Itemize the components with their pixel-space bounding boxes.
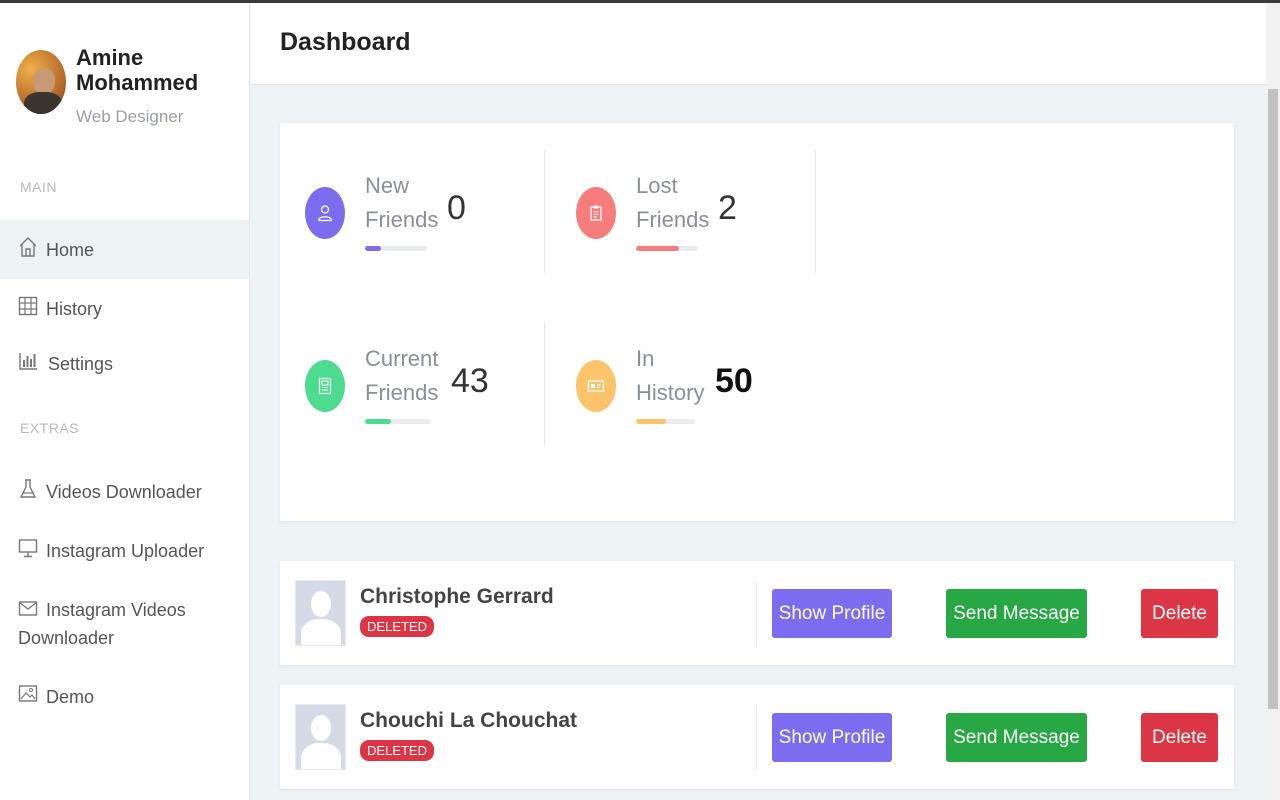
stat-in-history: In History 50	[576, 322, 816, 442]
show-profile-button[interactable]: Show Profile	[772, 589, 892, 638]
friend-row: Chouchi La Chouchat DELETED Show Profile…	[280, 685, 1234, 789]
user-profile: Amine Mohammed Web Designer	[16, 45, 246, 135]
user-icon	[317, 205, 333, 222]
profile-name: Amine Mohammed	[76, 45, 199, 95]
stat-value: 2	[718, 189, 737, 227]
bar-chart-icon	[18, 350, 38, 370]
section-label-extras: EXTRAS	[20, 420, 80, 436]
monitor-icon	[18, 537, 38, 558]
sidebar-item-label: Instagram Uploader	[46, 541, 205, 561]
vertical-scrollbar[interactable]	[1266, 3, 1280, 800]
friend-name: Christophe Gerrard	[360, 585, 554, 608]
sidebar-item-instagram-uploader[interactable]: Instagram Uploader	[0, 537, 249, 567]
status-badge: DELETED	[360, 616, 434, 637]
sidebar-item-label: History	[46, 299, 103, 319]
sidebar-item-settings[interactable]: Settings	[0, 350, 249, 380]
divider	[756, 705, 757, 771]
friend-avatar[interactable]	[295, 580, 346, 646]
stat-label: In History	[636, 346, 705, 405]
sidebar: Amine Mohammed Web Designer MAIN Home Hi…	[0, 3, 250, 800]
page-header: Dashboard	[251, 3, 1266, 85]
stat-value: 0	[447, 189, 466, 227]
sidebar-item-label: Home	[46, 240, 95, 260]
show-profile-button[interactable]: Show Profile	[772, 713, 892, 762]
stat-icon-circle	[305, 360, 345, 412]
sidebar-item-history[interactable]: History	[0, 295, 249, 325]
sidebar-item-label: Demo	[46, 687, 95, 707]
stat-progress-bar	[636, 246, 698, 251]
page-title: Dashboard	[280, 28, 411, 56]
window-top-border	[0, 0, 1280, 3]
stat-progress-bar	[365, 419, 431, 424]
clipboard-icon	[590, 205, 602, 221]
stat-icon-circle	[576, 360, 616, 412]
stat-current-friends: Current Friends 43	[305, 322, 545, 442]
scrollbar-thumb[interactable]	[1268, 89, 1278, 709]
friend-row: Christophe Gerrard DELETED Show Profile …	[280, 561, 1234, 665]
stat-progress-bar	[365, 246, 427, 251]
sidebar-item-videos-downloader[interactable]: Videos Downloader	[0, 478, 249, 508]
stat-label: Lost Friends	[636, 173, 710, 232]
send-message-button[interactable]: Send Message	[946, 713, 1087, 762]
grid-icon	[18, 295, 38, 316]
delete-button[interactable]: Delete	[1141, 713, 1218, 762]
stat-progress-bar	[636, 419, 695, 424]
sidebar-item-home[interactable]: Home	[0, 220, 249, 279]
sidebar-item-instagram-videos-downloader[interactable]: Instagram Videos Downloader	[0, 596, 249, 656]
stat-label: New Friends	[365, 173, 439, 232]
delete-button[interactable]: Delete	[1141, 589, 1218, 638]
home-icon	[18, 236, 38, 257]
profile-role: Web Designer	[76, 107, 184, 126]
mail-icon	[18, 599, 38, 619]
sidebar-item-demo[interactable]: Demo	[0, 683, 249, 713]
divider	[756, 581, 757, 647]
stat-icon-circle	[305, 187, 345, 239]
send-message-button[interactable]: Send Message	[946, 589, 1087, 638]
sidebar-item-label: Settings	[48, 354, 114, 374]
flask-icon	[18, 478, 38, 498]
stat-lost-friends: Lost Friends 2	[576, 149, 816, 269]
section-label-main: MAIN	[20, 179, 57, 195]
friend-name: Chouchi La Chouchat	[360, 709, 577, 732]
image-icon	[18, 683, 38, 703]
avatar[interactable]	[16, 50, 66, 114]
sidebar-item-label: Videos Downloader	[46, 482, 202, 502]
document-icon	[318, 377, 332, 395]
stat-label: Current Friends	[365, 346, 439, 405]
stat-value: 43	[451, 362, 489, 400]
friend-avatar[interactable]	[295, 704, 346, 770]
stat-value: 50	[715, 362, 753, 400]
stat-icon-circle	[576, 187, 616, 239]
id-card-icon	[587, 380, 605, 392]
stats-card: New Friends 0 Lost Friends 2 Current Fri…	[280, 123, 1234, 521]
sidebar-item-label: Instagram Videos Downloader	[18, 600, 186, 648]
stat-new-friends: New Friends 0	[305, 149, 545, 269]
status-badge: DELETED	[360, 740, 434, 761]
